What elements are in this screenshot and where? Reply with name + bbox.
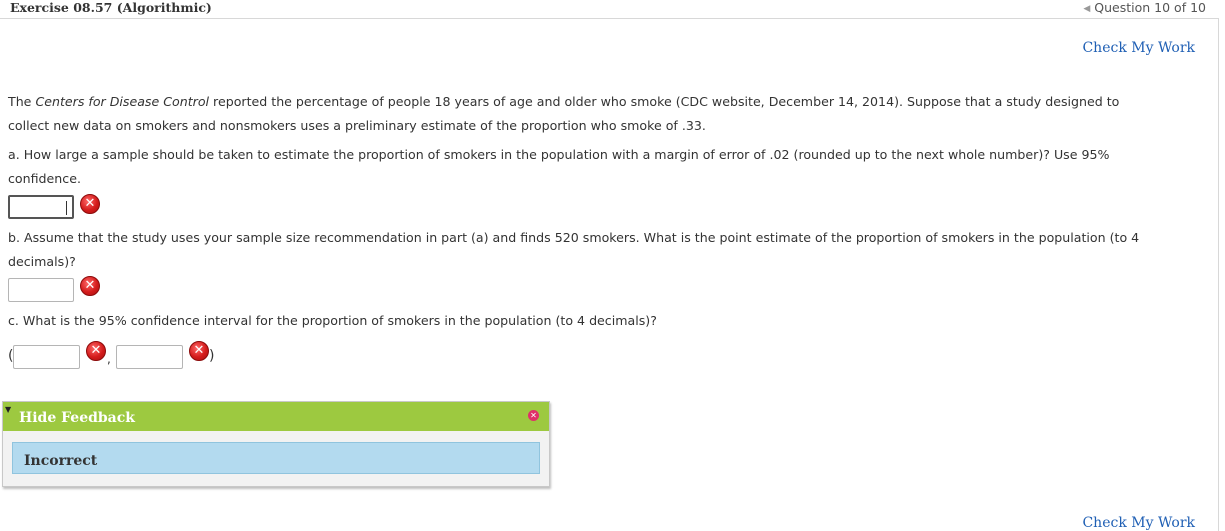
feedback-header[interactable]: ▼ Hide Feedback ✕ — [3, 402, 549, 431]
x-circle-icon: ✕ — [86, 341, 106, 361]
close-icon[interactable]: ✕ — [528, 410, 539, 421]
triangle-left-icon[interactable]: ◀ — [1083, 4, 1090, 14]
part-b-question: b. Assume that the study uses your sampl… — [8, 230, 1140, 269]
part-c-question: c. What is the 95% confidence interval f… — [8, 313, 657, 328]
hide-feedback-toggle[interactable]: Hide Feedback — [19, 410, 135, 426]
problem-intro: The Centers for Disease Control reported… — [8, 94, 1120, 133]
question-nav[interactable]: ◀ Question 10 of 10 — [1083, 0, 1206, 15]
x-circle-icon: ✕ — [80, 276, 100, 296]
check-my-work-link-bottom[interactable]: Check My Work — [1082, 515, 1195, 531]
check-my-work-link-top[interactable]: Check My Work — [1082, 40, 1195, 56]
close-paren: ) — [209, 348, 215, 364]
exercise-header: Exercise 08.57 (Algorithmic) ◀ Question 1… — [0, 0, 1218, 19]
x-circle-icon: ✕ — [189, 341, 209, 361]
part-c-lower-input[interactable] — [13, 345, 80, 369]
content-border — [1218, 18, 1219, 531]
feedback-result-box: Incorrect — [12, 442, 540, 474]
x-circle-icon: ✕ — [80, 194, 100, 214]
part-b-input[interactable] — [8, 278, 74, 302]
question-nav-label[interactable]: Question 10 of 10 — [1094, 0, 1206, 15]
source-name: Centers for Disease Control — [35, 94, 210, 109]
part-c-upper-input[interactable] — [116, 345, 183, 369]
exercise-title: Exercise 08.57 (Algorithmic) — [10, 0, 212, 15]
part-a-input[interactable] — [8, 195, 74, 219]
feedback-result-text: Incorrect — [24, 453, 98, 469]
comma: , — [107, 352, 111, 366]
triangle-down-icon[interactable]: ▼ — [5, 405, 11, 414]
text-caret — [66, 201, 67, 215]
part-a-question: a. How large a sample should be taken to… — [8, 147, 1110, 186]
feedback-panel: ▼ Hide Feedback ✕ Incorrect — [2, 401, 550, 487]
